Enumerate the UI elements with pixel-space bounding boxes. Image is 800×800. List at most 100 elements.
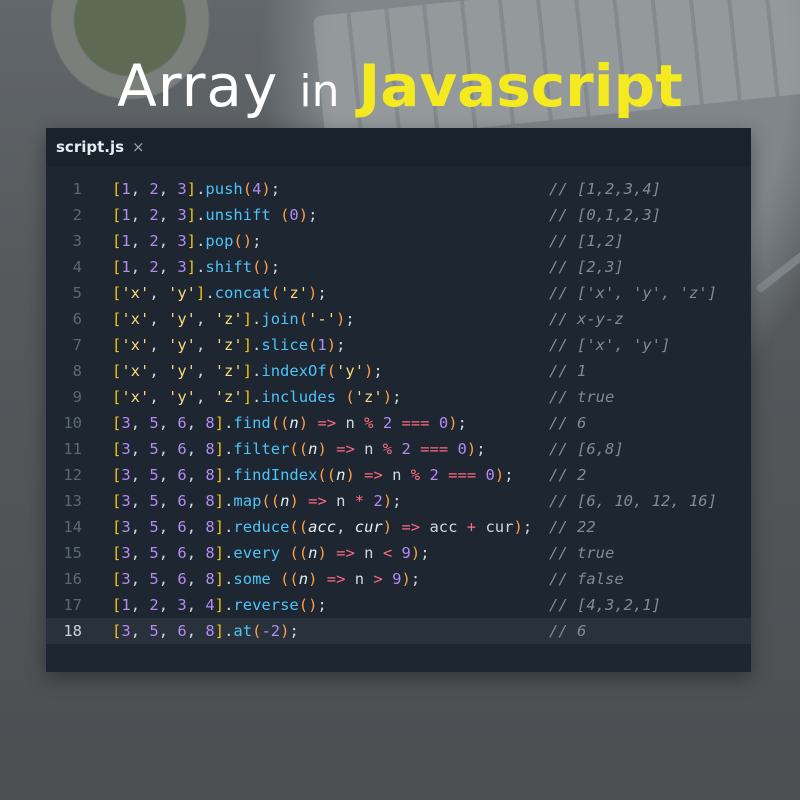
- code-line[interactable]: 9 ['x', 'y', 'z'].includes ('z');// true: [46, 384, 751, 410]
- code-token: some: [233, 570, 271, 588]
- tab-script-js[interactable]: script.js: [56, 138, 124, 156]
- code-token: ): [298, 206, 309, 224]
- code-token: pop: [205, 232, 234, 250]
- code-line[interactable]: 13 [3, 5, 6, 8].map((n) => n * 2);// [6, …: [46, 488, 751, 514]
- code-token: n: [345, 570, 374, 588]
- code-token: 'z': [214, 362, 243, 380]
- code-token: ]: [242, 336, 253, 354]
- code-line[interactable]: 11 [3, 5, 6, 8].filter((n) => n % 2 === 0…: [46, 436, 751, 462]
- code-line[interactable]: 3 [1, 2, 3].pop();// [1,2]: [46, 228, 751, 254]
- code-line[interactable]: 16 [3, 5, 6, 8].some ((n) => n > 9); // fa…: [46, 566, 751, 592]
- code-token: [: [112, 622, 122, 640]
- code-token: 9: [392, 570, 402, 588]
- code-comment: // ['x', 'y']: [549, 336, 671, 354]
- code-token: 3: [121, 518, 131, 536]
- code-token: 2: [149, 232, 159, 250]
- code-line[interactable]: 4 [1, 2, 3].shift(); // [2,3]: [46, 254, 751, 280]
- code-area[interactable]: 1 [1, 2, 3].push(4);// [1,2,3,4] 2 [1, 2, 3…: [46, 176, 751, 644]
- code-token: 0: [457, 440, 467, 458]
- code-token: 1: [317, 336, 327, 354]
- code-token: [: [112, 232, 122, 250]
- close-icon[interactable]: ×: [132, 138, 145, 156]
- code-comment: // [0,1,2,3]: [549, 206, 661, 224]
- code-comment: // 6: [549, 414, 587, 432]
- code-statement: [3, 5, 6, 8].map((n) => n * 2);: [112, 488, 402, 514]
- code-token: 3: [177, 180, 187, 198]
- code-line[interactable]: 7 ['x', 'y', 'z'].slice(1); // ['x', 'y']: [46, 332, 751, 358]
- code-token: 8: [205, 414, 215, 432]
- code-token: (): [233, 232, 253, 250]
- code-token: ]: [242, 388, 253, 406]
- code-token: [: [112, 492, 122, 510]
- code-token: ;: [289, 622, 299, 640]
- code-token: 8: [205, 544, 215, 562]
- code-line[interactable]: 12 [3, 5, 6, 8].findIndex((n) => n % 2 ==…: [46, 462, 751, 488]
- code-token: 3: [121, 440, 131, 458]
- code-token: reverse: [233, 596, 299, 614]
- code-line[interactable]: 8 ['x', 'y', 'z'].indexOf('y');// 1: [46, 358, 751, 384]
- code-token: ;: [476, 440, 486, 458]
- code-token: ;: [392, 492, 402, 510]
- code-line[interactable]: 14 [3, 5, 6, 8].reduce((acc, cur) => acc …: [46, 514, 751, 540]
- code-line[interactable]: 18 [3, 5, 6, 8].at(-2); // 6: [46, 618, 751, 644]
- code-token: 8: [205, 440, 215, 458]
- code-comment: // [4,3,2,1]: [549, 596, 661, 614]
- line-number: 8: [72, 362, 82, 380]
- code-token: 1: [121, 596, 131, 614]
- code-statement: [3, 5, 6, 8].find((n) => n % 2 === 0);: [112, 410, 467, 436]
- code-token: 'x': [121, 388, 150, 406]
- code-token: ): [326, 336, 337, 354]
- line-number: 13: [63, 492, 82, 510]
- code-token: [: [112, 258, 122, 276]
- code-token: ): [289, 492, 299, 510]
- code-token: includes: [261, 388, 337, 406]
- code-token: ;: [317, 596, 327, 614]
- code-token: [: [112, 596, 122, 614]
- code-statement: [3, 5, 6, 8].filter((n) => n % 2 === 0);: [112, 436, 486, 462]
- code-line[interactable]: 5 ['x', 'y'].concat('z'); // ['x', 'y', 'z…: [46, 280, 751, 306]
- code-token: .: [252, 388, 262, 406]
- code-token: (): [298, 596, 318, 614]
- code-comment: // 2: [549, 466, 587, 484]
- code-token: 2: [149, 596, 159, 614]
- line-number: 18: [63, 622, 82, 640]
- code-token: 2: [149, 180, 159, 198]
- code-token: (: [242, 180, 253, 198]
- code-token: ,: [158, 206, 178, 224]
- code-token: ((: [280, 570, 299, 588]
- code-statement: [1, 2, 3].push(4);: [112, 176, 280, 202]
- code-token: ,: [196, 310, 215, 328]
- code-token: ]: [214, 414, 225, 432]
- code-line[interactable]: 2 [1, 2, 3].unshift (0);// [0,1,2,3]: [46, 202, 751, 228]
- code-token: '-': [308, 310, 337, 328]
- code-token: (: [270, 284, 281, 302]
- code-comment: // true: [549, 544, 615, 562]
- code-token: map: [233, 492, 262, 510]
- code-token: ]: [214, 596, 225, 614]
- code-token: ]: [214, 544, 225, 562]
- code-token: ): [317, 440, 327, 458]
- code-token: n: [354, 544, 383, 562]
- code-comment: // [2,3]: [549, 258, 624, 276]
- code-line[interactable]: 6 ['x', 'y', 'z'].join('-'); // x-y-z: [46, 306, 751, 332]
- code-token: 4: [205, 596, 215, 614]
- code-token: 'x': [121, 362, 150, 380]
- code-line[interactable]: 15 [3, 5, 6, 8].every ((n) => n < 9);// t…: [46, 540, 751, 566]
- code-token: 5: [149, 440, 159, 458]
- code-line[interactable]: 17 [1, 2, 3, 4].reverse(); // [4,3,2,1]: [46, 592, 751, 618]
- code-token: .: [196, 258, 206, 276]
- code-token: 'z': [214, 336, 243, 354]
- code-token: n: [298, 570, 309, 588]
- code-line[interactable]: 1 [1, 2, 3].push(4);// [1,2,3,4]: [46, 176, 751, 202]
- code-comment: // 1: [549, 362, 587, 380]
- code-token: ((: [289, 440, 309, 458]
- code-token: ,: [130, 518, 150, 536]
- code-comment: // ['x', 'y', 'z']: [549, 284, 717, 302]
- code-token: findIndex: [233, 466, 318, 484]
- code-line[interactable]: 10 [3, 5, 6, 8].find((n) => n % 2 === 0);…: [46, 410, 751, 436]
